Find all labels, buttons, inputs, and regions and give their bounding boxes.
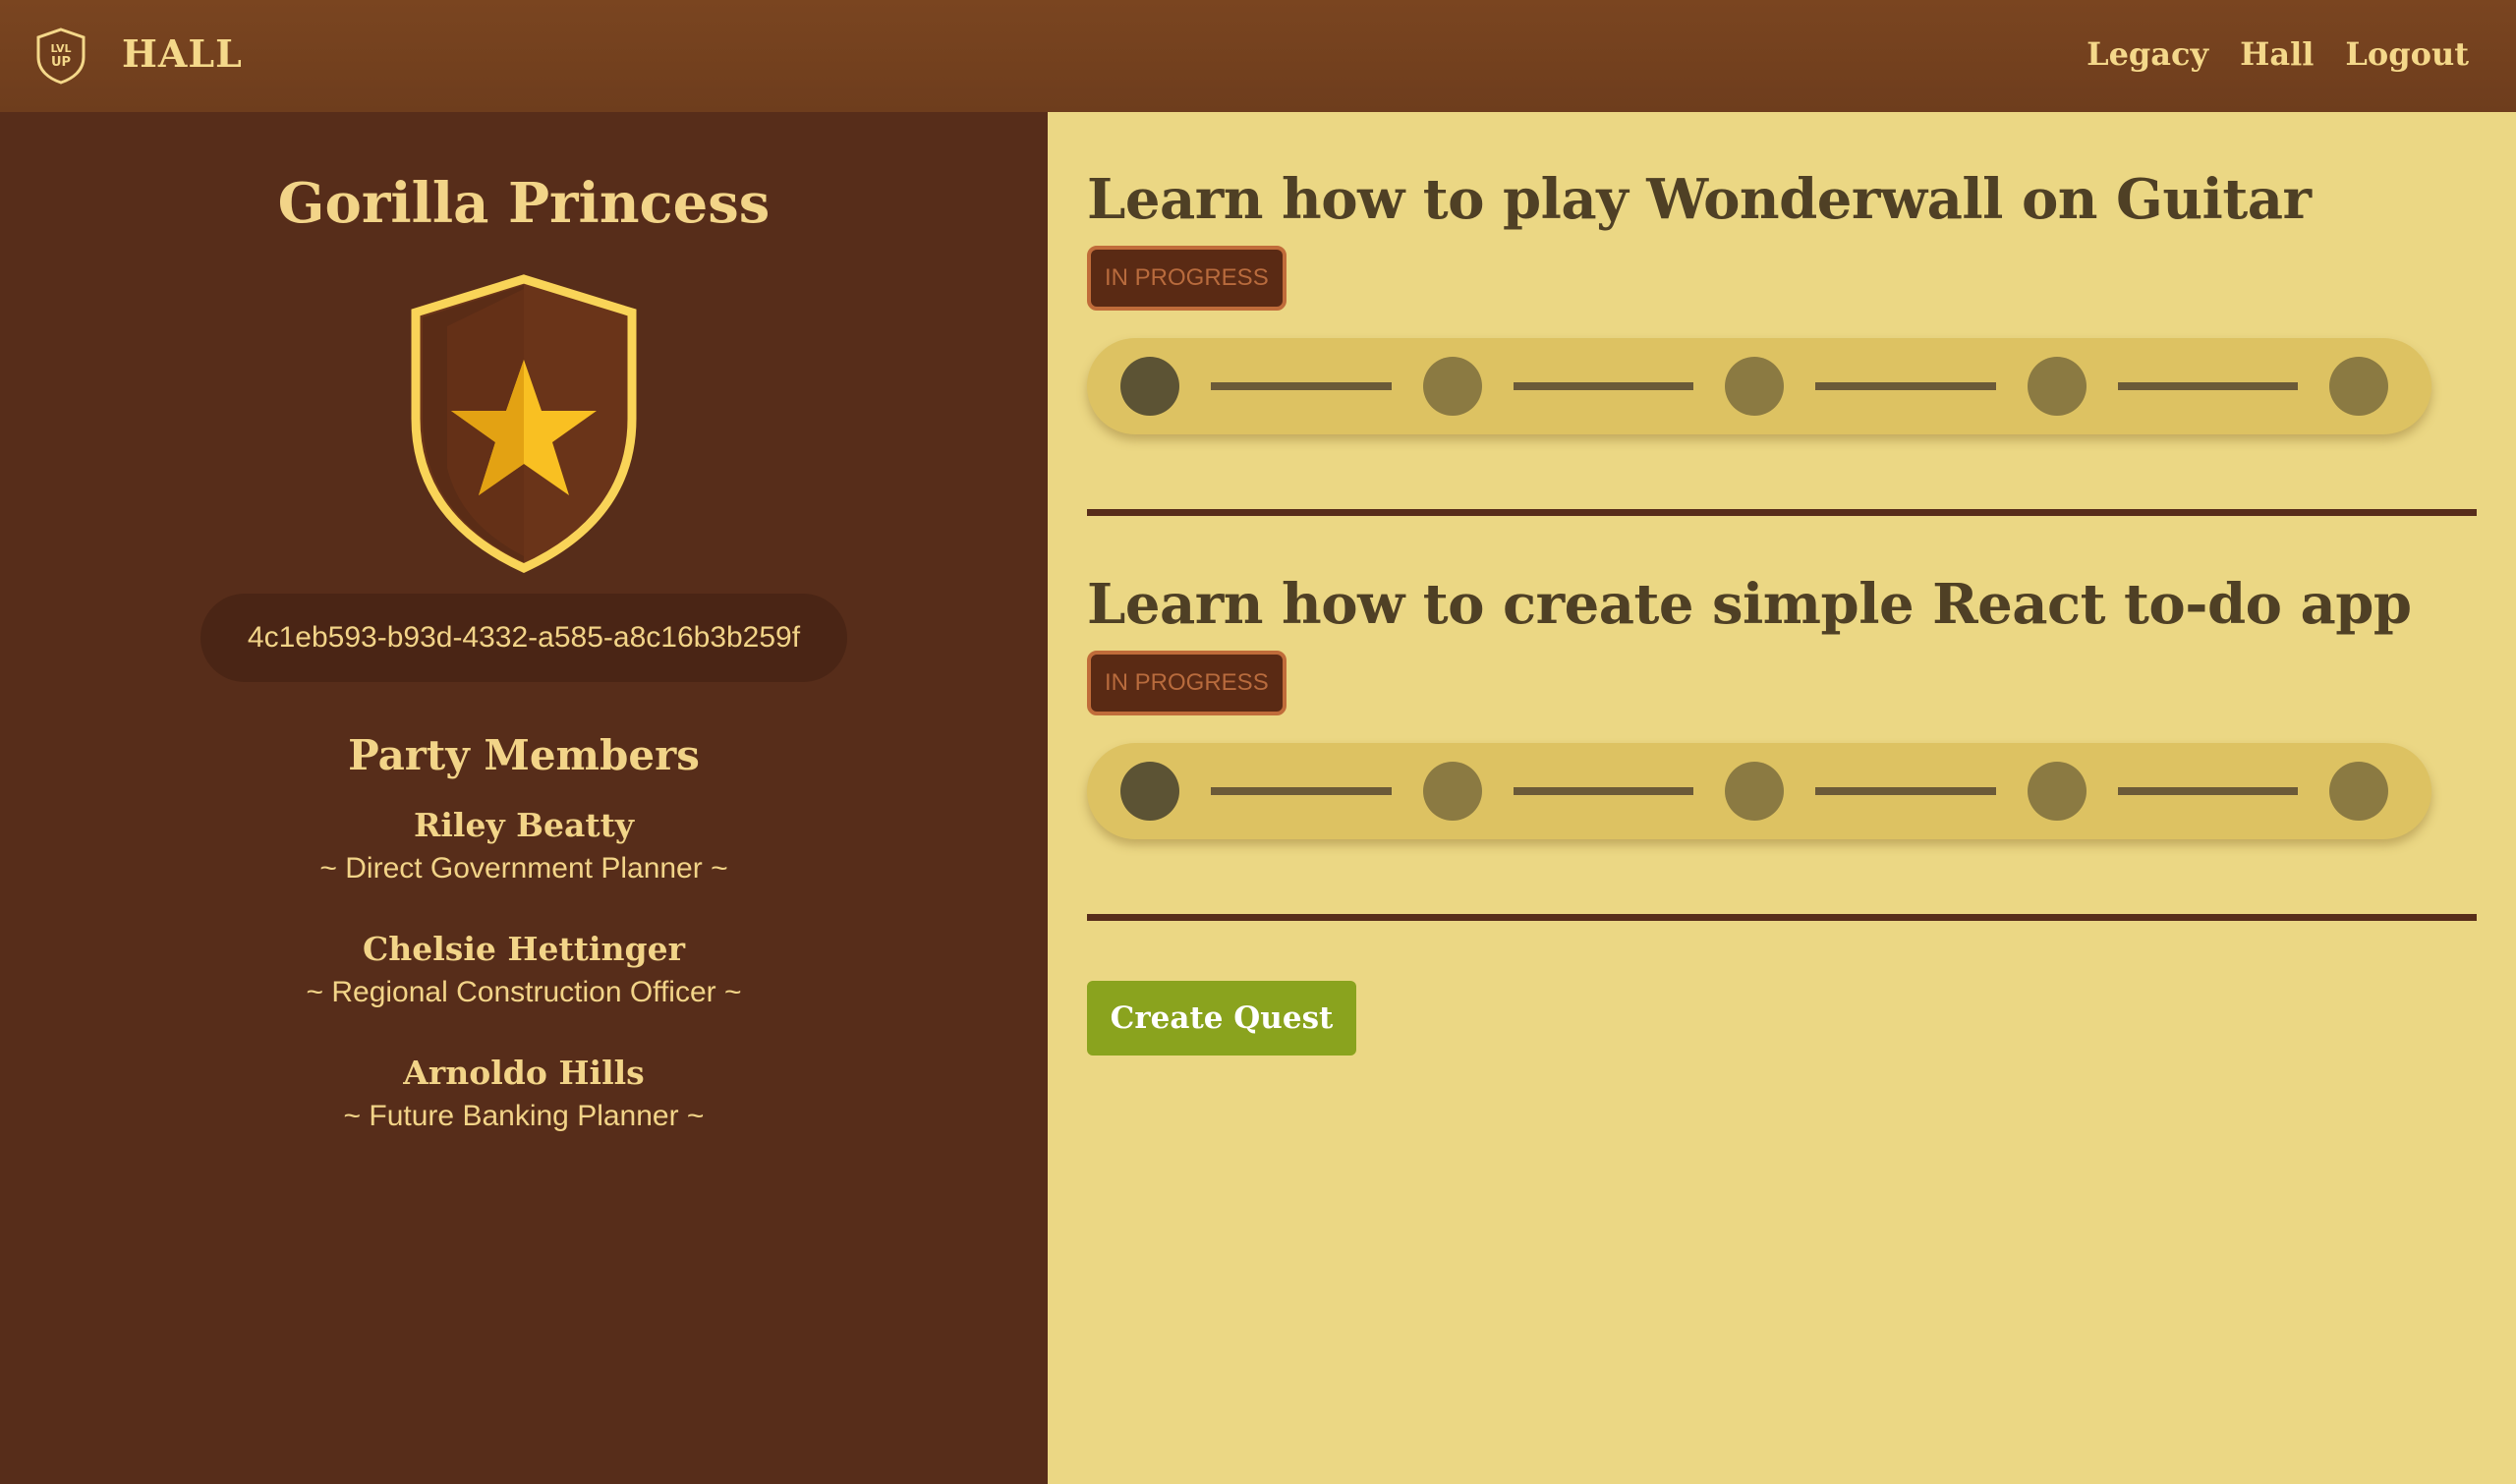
step-dot[interactable]: [1725, 357, 1784, 416]
status-badge: IN PROGRESS: [1087, 651, 1287, 715]
member-name: Riley Beatty: [413, 806, 635, 844]
step-dot[interactable]: [2329, 357, 2388, 416]
step-connector: [1815, 382, 1996, 390]
page-title: HALL: [122, 31, 243, 76]
nav-links: Legacy Hall Logout: [2087, 35, 2469, 73]
step-connector: [2117, 382, 2298, 390]
step-dot[interactable]: [1120, 762, 1179, 821]
svg-text:LVL: LVL: [50, 42, 71, 55]
step-connector: [1211, 787, 1392, 795]
step-connector: [1211, 382, 1392, 390]
shield-star-icon: [411, 274, 637, 573]
step-dot[interactable]: [1120, 357, 1179, 416]
party-members-heading: Party Members: [348, 731, 700, 779]
quest-title[interactable]: Learn how to play Wonderwall on Guitar: [1087, 167, 2477, 232]
step-connector: [1815, 787, 1996, 795]
step-dot[interactable]: [1725, 762, 1784, 821]
step-dot[interactable]: [1422, 762, 1482, 821]
member-name: Arnoldo Hills: [403, 1054, 645, 1092]
party-member: Chelsie Hettinger ~ Regional Constructio…: [0, 930, 1048, 1009]
quest-progress-track: [1087, 338, 2431, 434]
member-name: Chelsie Hettinger: [362, 930, 686, 968]
lvl-up-logo-icon[interactable]: LVL UP: [35, 28, 86, 85]
quest-card[interactable]: Learn how to play Wonderwall on Guitar I…: [1087, 167, 2477, 434]
nav-link-hall[interactable]: Hall: [2240, 35, 2314, 73]
guild-name: Gorilla Princess: [277, 171, 771, 236]
guild-id-badge: 4c1eb593-b93d-4332-a585-a8c16b3b259f: [200, 594, 847, 682]
step-dot[interactable]: [1422, 357, 1482, 416]
divider: [1087, 509, 2477, 516]
member-title: ~ Future Banking Planner ~: [343, 1100, 705, 1132]
party-member: Arnoldo Hills ~ Future Banking Planner ~: [0, 1054, 1048, 1133]
member-title: ~ Regional Construction Officer ~: [306, 976, 742, 1008]
step-connector: [1513, 787, 1693, 795]
step-connector: [1513, 382, 1693, 390]
nav-link-logout[interactable]: Logout: [2345, 35, 2469, 73]
step-dot[interactable]: [2027, 357, 2087, 416]
svg-text:UP: UP: [51, 55, 71, 70]
quest-card[interactable]: Learn how to create simple React to-do a…: [1087, 572, 2477, 839]
divider: [1087, 914, 2477, 921]
nav-link-legacy[interactable]: Legacy: [2087, 35, 2208, 73]
create-quest-button[interactable]: Create Quest: [1087, 981, 1356, 1056]
party-member: Riley Beatty ~ Direct Government Planner…: [0, 806, 1048, 885]
top-navbar: LVL UP HALL Legacy Hall Logout: [0, 0, 2516, 112]
quest-progress-track: [1087, 743, 2431, 839]
step-dot[interactable]: [2329, 762, 2388, 821]
step-dot[interactable]: [2027, 762, 2087, 821]
guild-sidebar: Gorilla Princess 4c1eb593-b93d-4332-a585…: [0, 112, 1048, 1484]
status-badge: IN PROGRESS: [1087, 246, 1287, 311]
member-title: ~ Direct Government Planner ~: [319, 852, 728, 885]
quest-list: Learn how to play Wonderwall on Guitar I…: [1048, 112, 2516, 1484]
step-connector: [2117, 787, 2298, 795]
quest-title[interactable]: Learn how to create simple React to-do a…: [1087, 572, 2477, 637]
